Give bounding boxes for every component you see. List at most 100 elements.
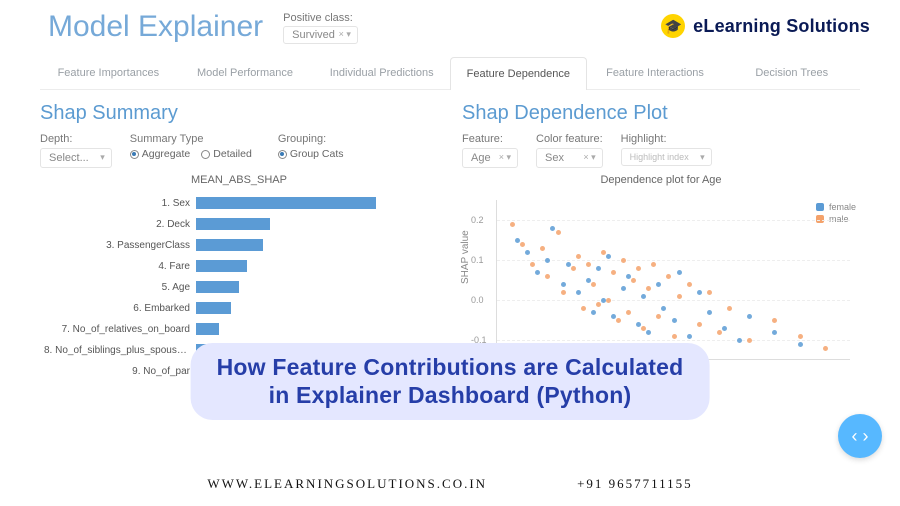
scatter-point bbox=[737, 338, 742, 343]
scatter-point bbox=[571, 266, 576, 271]
positive-class-group: Positive class: Survived bbox=[283, 12, 358, 44]
scatter-point bbox=[772, 330, 777, 335]
depth-select[interactable]: Select... bbox=[40, 148, 112, 168]
scatter-point bbox=[727, 306, 732, 311]
scatter-point bbox=[611, 270, 616, 275]
scatter-point bbox=[550, 226, 555, 231]
scatter-point bbox=[687, 282, 692, 287]
summary-detailed-radio[interactable]: Detailed bbox=[201, 148, 252, 160]
scatter-point bbox=[545, 274, 550, 279]
scatter-point bbox=[747, 314, 752, 319]
color-feature-select[interactable]: Sex bbox=[536, 148, 603, 168]
scatter-point bbox=[525, 250, 530, 255]
scatter-point bbox=[535, 270, 540, 275]
scatter-point bbox=[636, 266, 641, 271]
scatter-point bbox=[697, 322, 702, 327]
scatter-point bbox=[576, 290, 581, 295]
highlight-label: Highlight: bbox=[621, 133, 712, 145]
scatter-point bbox=[606, 254, 611, 259]
scatter-point bbox=[646, 330, 651, 335]
scatter-point bbox=[631, 278, 636, 283]
summary-aggregate-radio[interactable]: Aggregate bbox=[130, 148, 190, 160]
scatter-point bbox=[672, 318, 677, 323]
scatter-point bbox=[656, 314, 661, 319]
scatter-point bbox=[591, 282, 596, 287]
footer-site: WWW.ELEARNINGSOLUTIONS.CO.IN bbox=[207, 476, 487, 492]
bar-label: 6. Embarked bbox=[44, 303, 196, 314]
panels: Shap Summary Depth: Select... Summary Ty… bbox=[0, 90, 900, 384]
tab-feature-dependence[interactable]: Feature Dependence bbox=[450, 57, 587, 90]
color-feature-label: Color feature: bbox=[536, 133, 603, 145]
shap-summary-controls: Depth: Select... Summary Type Aggregate … bbox=[40, 133, 438, 168]
bar-row: 6. Embarked bbox=[44, 299, 438, 317]
scatter-point bbox=[556, 230, 561, 235]
summary-aggregate-text: Aggregate bbox=[142, 148, 190, 160]
feature-select[interactable]: Age bbox=[462, 148, 518, 168]
tab-feature-importances[interactable]: Feature Importances bbox=[40, 56, 177, 89]
bar-label: 5. Age bbox=[44, 282, 196, 293]
highlight-select[interactable]: Highlight index bbox=[621, 148, 712, 166]
tab-model-performance[interactable]: Model Performance bbox=[177, 56, 314, 89]
scatter-point bbox=[566, 262, 571, 267]
scatter-chart-title: Dependence plot for Age bbox=[462, 174, 860, 186]
scatter-point bbox=[626, 310, 631, 315]
code-fab-button[interactable]: ‹ › bbox=[838, 414, 882, 458]
positive-class-select[interactable]: Survived bbox=[283, 26, 358, 44]
scatter-point bbox=[677, 294, 682, 299]
scatter-point bbox=[586, 262, 591, 267]
scatter-point bbox=[601, 250, 606, 255]
scatter-point bbox=[561, 290, 566, 295]
bar bbox=[196, 323, 219, 335]
positive-class-label: Positive class: bbox=[283, 12, 358, 24]
bar-label: 4. Fare bbox=[44, 261, 196, 272]
bar-chart-title: MEAN_ABS_SHAP bbox=[40, 174, 438, 186]
scatter-point bbox=[510, 222, 515, 227]
scatter-point bbox=[540, 246, 545, 251]
scatter-ylabel: SHAP value bbox=[460, 230, 471, 284]
scatter-point bbox=[581, 306, 586, 311]
scatter-point bbox=[520, 242, 525, 247]
footer-phone: +91 9657711155 bbox=[577, 476, 693, 492]
summary-detailed-text: Detailed bbox=[213, 148, 252, 160]
code-icon: ‹ › bbox=[852, 426, 869, 447]
shap-dependence-controls: Feature: Age Color feature: Sex Highligh… bbox=[462, 133, 860, 168]
scatter-point bbox=[687, 334, 692, 339]
feature-label: Feature: bbox=[462, 133, 518, 145]
bar-label: 7. No_of_relatives_on_board bbox=[44, 324, 196, 335]
shap-summary-title: Shap Summary bbox=[40, 102, 438, 125]
scatter-point bbox=[576, 254, 581, 259]
brand-header: 🎓 eLearning Solutions bbox=[661, 14, 870, 38]
bar-label: 3. PassengerClass bbox=[44, 240, 196, 251]
scatter-point bbox=[651, 262, 656, 267]
brand-logo-icon: 🎓 bbox=[661, 14, 685, 38]
bar-row: 7. No_of_relatives_on_board bbox=[44, 320, 438, 338]
bar bbox=[196, 239, 263, 251]
scatter-point bbox=[677, 270, 682, 275]
brand-name: eLearning Solutions bbox=[693, 16, 870, 37]
app-title: Model Explainer bbox=[48, 10, 263, 44]
scatter-point bbox=[798, 342, 803, 347]
tab-decision-trees[interactable]: Decision Trees bbox=[723, 56, 860, 89]
scatter-point bbox=[722, 326, 727, 331]
grouping-radio[interactable]: Group Cats bbox=[278, 148, 344, 160]
scatter-point bbox=[666, 274, 671, 279]
banner-line1: How Feature Contributions are Calculated bbox=[217, 354, 684, 380]
scatter-point bbox=[656, 282, 661, 287]
bar-label: 9. No_of_par bbox=[44, 366, 196, 377]
scatter-point bbox=[646, 286, 651, 291]
scatter-point bbox=[707, 290, 712, 295]
scatter-point bbox=[621, 258, 626, 263]
summary-type-label: Summary Type bbox=[130, 133, 260, 145]
tab-feature-interactions[interactable]: Feature Interactions bbox=[587, 56, 724, 89]
scatter-point bbox=[641, 294, 646, 299]
bar bbox=[196, 302, 231, 314]
scatter-point bbox=[616, 318, 621, 323]
scatter-point bbox=[747, 338, 752, 343]
scatter-point bbox=[772, 318, 777, 323]
scatter-point bbox=[611, 314, 616, 319]
bar-label: 2. Deck bbox=[44, 219, 196, 230]
tab-individual-predictions[interactable]: Individual Predictions bbox=[313, 56, 450, 89]
grouping-text: Group Cats bbox=[290, 148, 344, 160]
scatter-point bbox=[545, 258, 550, 263]
banner-line2: in Explainer Dashboard (Python) bbox=[217, 381, 684, 410]
